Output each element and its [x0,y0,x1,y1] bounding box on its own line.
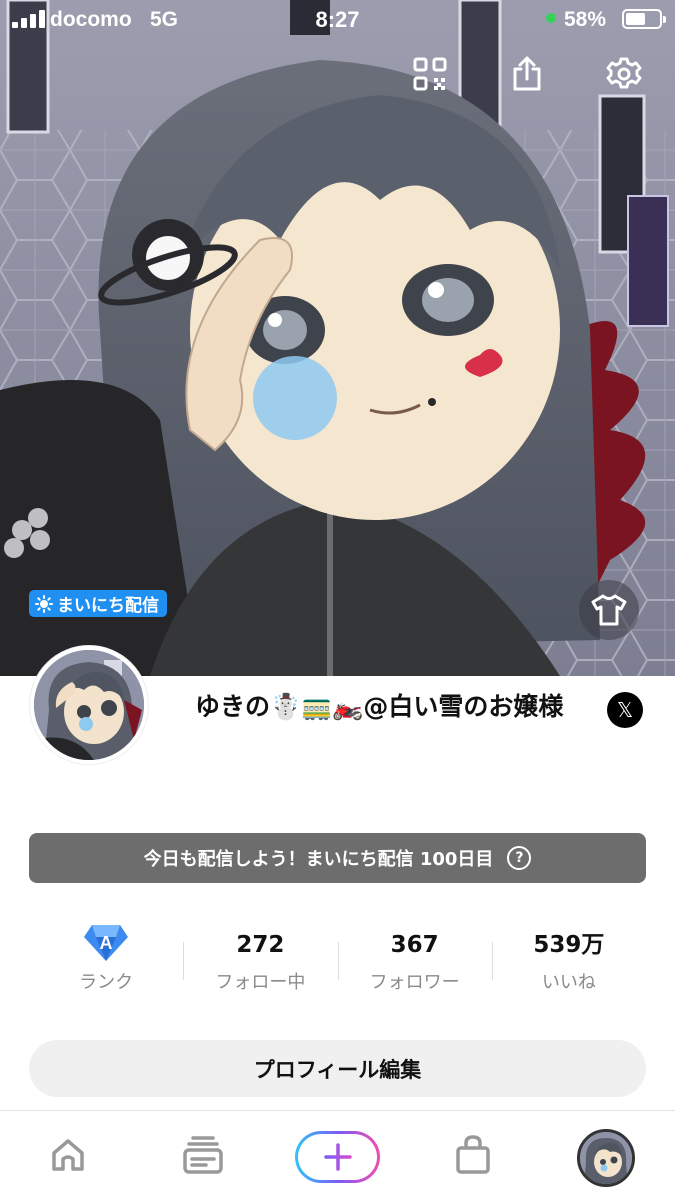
t-shirt-icon [591,594,627,626]
stat-following[interactable]: 272 フォロー中 [183,920,337,1000]
status-bar: docomo 5G 8:27 58% [0,0,675,40]
tab-shop[interactable] [445,1127,501,1183]
display-name: ゆきの☃️🚃🏍️@白い雪のお嬢様 [195,692,564,721]
home-icon [52,1139,84,1171]
stat-label: フォロー中 [215,972,306,993]
stat-value: 539万 [533,932,605,958]
stat-value: 272 [236,932,285,958]
avatar-artwork [0,0,675,676]
settings-button[interactable] [604,54,644,94]
x-logo-icon: 𝕏 [616,698,634,722]
plus-icon [323,1143,352,1171]
stat-label: ランク [79,972,134,993]
settings-gear-icon [606,57,642,89]
battery-icon [622,9,666,29]
stat-label: いいね [541,972,596,993]
banner-text: 今日も配信しよう！まいにち配信 100日目 [143,849,494,870]
stat-followers[interactable]: 367 フォロワー [337,920,492,1000]
feed-icon [183,1136,223,1174]
battery-percent: 58% [564,8,607,31]
tab-home[interactable] [40,1127,96,1183]
stat-value: 367 [390,932,439,958]
x-social-link-button[interactable]: 𝕏 [607,692,643,728]
avatar-image [34,650,144,760]
qr-code-button[interactable] [410,54,450,94]
profile-avatar[interactable] [30,646,148,764]
privacy-indicator-dot [546,13,556,23]
shop-bag-icon [456,1135,490,1174]
stat-label: フォロワー [369,972,460,993]
qr-code-icon [413,57,447,91]
bottom-tab-bar [0,1110,675,1200]
daily-stream-badge[interactable]: まいにち配信 [29,590,167,617]
tab-feed[interactable] [175,1127,231,1183]
profile-stats: A ランク 272 フォロー中 367 フォロワー 539万 いいね [29,920,646,1000]
profile-hero-image: docomo 5G 8:27 58% まいにち配信 [0,0,675,676]
outfit-button[interactable] [579,580,639,640]
rank-badge-icon: A [82,920,130,966]
help-icon[interactable]: ? [507,846,532,870]
profile-avatar-icon [580,1132,632,1184]
daily-badge-label: まいにち配信 [57,596,159,616]
tab-profile-avatar[interactable] [577,1129,635,1187]
edit-profile-button[interactable]: プロフィール編集 [29,1040,646,1097]
sun-icon [35,594,53,613]
share-icon [513,56,541,91]
rank-letter: A [100,933,113,953]
daily-stream-banner[interactable]: 今日も配信しよう！まいにち配信 100日目 ? [29,833,646,883]
tab-create[interactable] [295,1131,380,1183]
share-button[interactable] [507,54,547,94]
stat-rank[interactable]: A ランク [29,920,183,1000]
stat-likes[interactable]: 539万 いいね [491,920,646,1000]
create-button-inner [298,1134,377,1180]
